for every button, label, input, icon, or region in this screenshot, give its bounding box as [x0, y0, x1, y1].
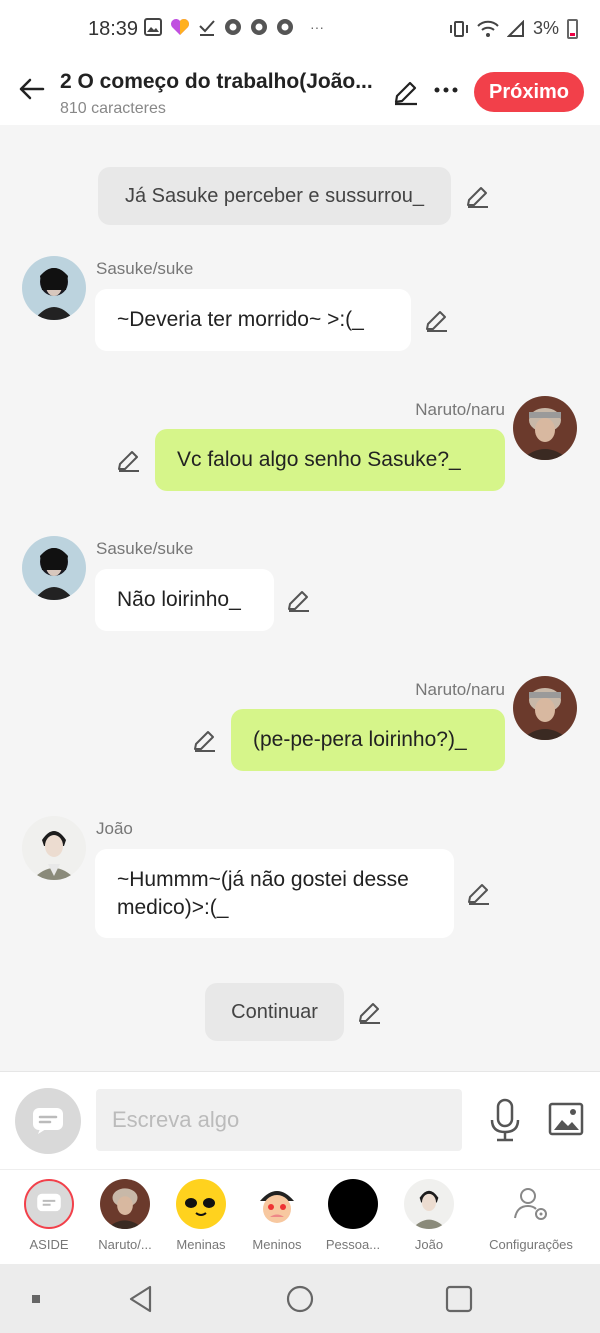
character-settings[interactable]: Configurações — [484, 1179, 578, 1252]
sender-name: Naruto/naru — [415, 400, 505, 419]
edit-pencil-icon[interactable] — [116, 447, 142, 473]
message-bubble[interactable]: ~Deveria ter morrido~ >:(_ — [95, 289, 411, 351]
sender-name: Naruto/naru — [415, 680, 505, 699]
edit-pencil-icon[interactable] — [357, 999, 383, 1025]
chat-bubble-icon — [33, 1108, 63, 1134]
continue-bubble[interactable]: Continuar — [205, 983, 344, 1041]
character-meninos[interactable]: Meninos — [239, 1179, 315, 1252]
settings-person-icon — [506, 1179, 556, 1229]
message-composer — [0, 1071, 600, 1169]
sasuke-avatar-image — [22, 256, 86, 320]
wifi-icon — [477, 20, 499, 37]
back-button[interactable] — [14, 72, 48, 106]
character-pessoa[interactable]: Pessoa... — [315, 1179, 391, 1252]
message-text: ~Deveria ter morrido~ >:(_ — [117, 308, 364, 331]
joao-avatar-image — [22, 816, 86, 880]
edit-title-button[interactable] — [392, 78, 420, 106]
vibrate-icon — [449, 20, 468, 37]
message-text: Vc falou algo senho Sasuke?_ — [177, 448, 461, 471]
microphone-icon[interactable] — [488, 1098, 522, 1142]
status-bar: 18:39 ··· 3% — [0, 0, 600, 60]
naruto-avatar-image — [513, 396, 577, 460]
sasuke-avatar-image — [22, 536, 86, 600]
message-bubble[interactable]: Vc falou algo senho Sasuke?_ — [155, 429, 505, 491]
next-button[interactable]: Próximo — [474, 72, 584, 112]
narration-bubble[interactable]: Já Sasuke perceber e sussurrou_ — [98, 167, 451, 225]
joao-avatar — [404, 1179, 454, 1229]
character-label: João — [414, 1237, 444, 1252]
character-joao[interactable]: João — [391, 1179, 467, 1252]
story-title: 2 O começo do trabalho(João... — [60, 70, 373, 93]
home-circle-icon[interactable] — [285, 1284, 315, 1314]
character-selector: ASIDE Naruto/... Meninas Meninos Pessoa.… — [0, 1169, 600, 1264]
battery-icon — [567, 18, 578, 39]
character-naruto[interactable]: Naruto/... — [87, 1179, 163, 1252]
chrome-icon — [225, 19, 241, 35]
narration-text: Já Sasuke perceber e sussurrou_ — [124, 184, 425, 207]
character-label: Meninas — [176, 1237, 226, 1252]
character-label: Pessoa... — [325, 1237, 381, 1252]
message-text: (pe-pe-pera loirinho?)_ — [253, 728, 467, 751]
sender-name: João — [96, 819, 133, 838]
edit-pencil-icon[interactable] — [192, 727, 218, 753]
menu-square-icon[interactable] — [22, 1284, 52, 1314]
more-options-button[interactable] — [432, 76, 460, 104]
aside-icon — [24, 1179, 74, 1229]
cartoon-avatar — [252, 1179, 302, 1229]
naruto-avatar — [100, 1179, 150, 1229]
more-horizontal-icon — [434, 87, 458, 93]
character-label: ASIDE — [29, 1237, 69, 1252]
edit-pencil-icon[interactable] — [466, 880, 492, 906]
message-text: ~Hummm~(já não gostei desse medico)>:(_ — [117, 867, 409, 919]
avatar-sasuke[interactable] — [22, 536, 86, 600]
avatar-naruto[interactable] — [513, 396, 577, 460]
sender-name: Sasuke/suke — [96, 259, 194, 278]
narration-text: Continuar — [231, 1000, 318, 1023]
battery-percent: 3% — [532, 18, 559, 38]
chrome-icon — [251, 19, 267, 35]
gallery-icon — [144, 18, 162, 36]
back-triangle-icon[interactable] — [126, 1284, 156, 1314]
avatar-joao[interactable] — [22, 816, 86, 880]
edit-pencil-icon[interactable] — [424, 307, 450, 333]
sender-name: Sasuke/suke — [96, 539, 194, 558]
message-input[interactable] — [96, 1089, 462, 1151]
arrow-left-icon — [19, 78, 45, 100]
avatar-sasuke[interactable] — [22, 256, 86, 320]
chrome-icon — [277, 19, 293, 35]
system-nav-bar — [0, 1264, 600, 1333]
more-notifications-icon: ··· — [310, 19, 324, 35]
download-done-icon — [199, 20, 215, 36]
message-bubble[interactable]: ~Hummm~(já não gostei desse medico)>:(_ — [95, 849, 454, 938]
notification-icons: ··· — [144, 18, 324, 36]
signal-icon — [506, 19, 524, 37]
black-avatar — [328, 1179, 378, 1229]
aside-toggle-button[interactable] — [15, 1088, 81, 1154]
heart-app-icon — [171, 19, 189, 35]
image-icon[interactable] — [548, 1102, 584, 1136]
message-bubble[interactable]: Não loirinho_ — [95, 569, 274, 631]
avatar-naruto[interactable] — [513, 676, 577, 740]
character-aside[interactable]: ASIDE — [11, 1179, 87, 1252]
character-label: Meninos — [252, 1237, 302, 1252]
editor-header: 2 O começo do trabalho(João... 810 carac… — [0, 60, 600, 125]
system-icons: 3% — [449, 18, 578, 39]
character-meninas[interactable]: Meninas — [163, 1179, 239, 1252]
edit-pencil-icon[interactable] — [465, 183, 491, 209]
chat-area: Já Sasuke perceber e sussurrou_ Sasuke/s… — [0, 125, 600, 1071]
naruto-avatar-image — [513, 676, 577, 740]
character-count: 810 caracteres — [60, 100, 166, 117]
recents-square-icon[interactable] — [444, 1284, 474, 1314]
yellow-face-avatar — [176, 1179, 226, 1229]
message-text: Não loirinho_ — [117, 588, 241, 611]
character-label: Configurações — [489, 1237, 573, 1252]
edit-pencil-icon[interactable] — [286, 587, 312, 613]
pencil-icon — [394, 81, 417, 106]
status-time: 18:39 — [88, 18, 139, 40]
character-label: Naruto/... — [98, 1237, 152, 1252]
message-bubble[interactable]: (pe-pe-pera loirinho?)_ — [231, 709, 505, 771]
